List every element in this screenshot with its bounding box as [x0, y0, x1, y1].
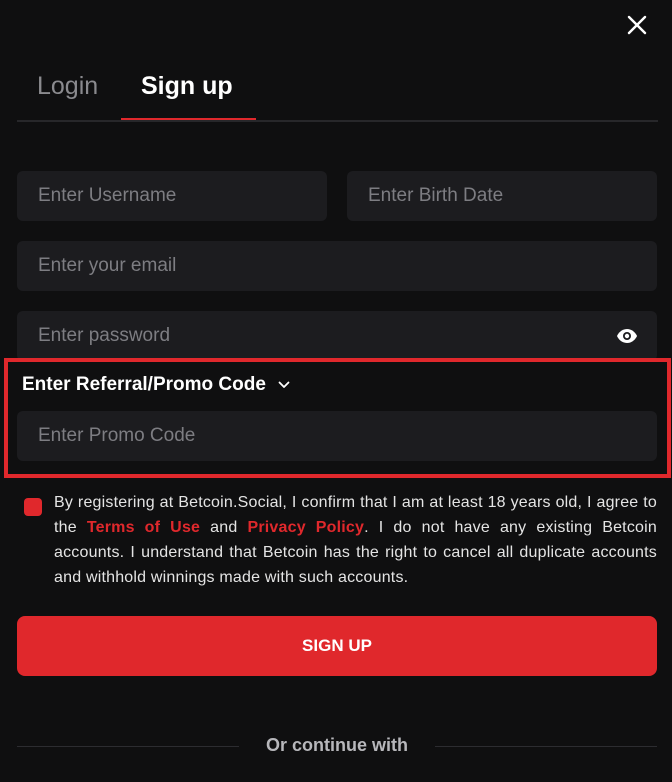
terms-text: By registering at Betcoin.Social, I conf… — [54, 490, 657, 590]
tab-signup[interactable]: Sign up — [141, 72, 233, 101]
active-tab-indicator — [121, 118, 256, 120]
promo-code-toggle[interactable]: Enter Referral/Promo Code — [22, 374, 290, 396]
terms-text-and: and — [200, 519, 248, 536]
terms-of-use-link[interactable]: Terms of Use — [87, 519, 200, 536]
username-input[interactable] — [17, 171, 327, 221]
chevron-down-icon — [278, 381, 290, 388]
auth-tabs: Login Sign up — [17, 64, 658, 122]
privacy-policy-link[interactable]: Privacy Policy — [247, 519, 364, 536]
promo-code-input[interactable] — [17, 411, 657, 461]
divider-right — [435, 746, 657, 747]
sign-up-button[interactable]: SIGN UP — [17, 616, 657, 676]
eye-icon[interactable] — [616, 328, 638, 344]
tab-login[interactable]: Login — [37, 72, 98, 101]
signup-modal: Login Sign up Enter Referral/Promo Code … — [0, 0, 672, 782]
divider-left — [17, 746, 239, 747]
birth-date-input[interactable] — [347, 171, 657, 221]
continue-with-label: Or continue with — [266, 735, 408, 755]
close-icon[interactable] — [624, 12, 650, 38]
promo-toggle-label: Enter Referral/Promo Code — [22, 374, 266, 395]
password-input[interactable] — [17, 311, 657, 361]
terms-checkbox[interactable] — [24, 498, 42, 516]
email-input[interactable] — [17, 241, 657, 291]
